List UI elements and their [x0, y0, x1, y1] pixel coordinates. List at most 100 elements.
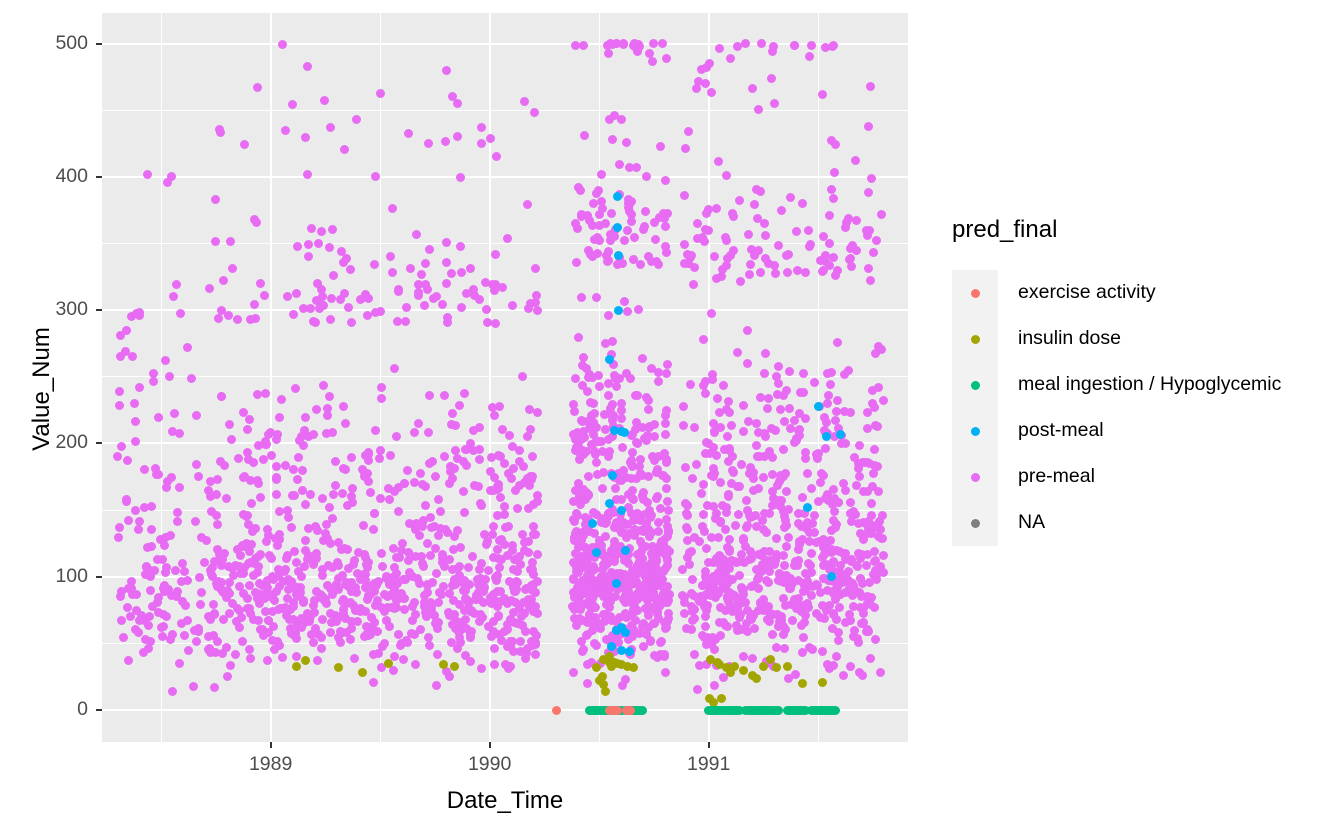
data-point-pre-meal: [700, 621, 710, 631]
data-point-pre-meal: [371, 425, 381, 435]
y-tick-mark: [96, 709, 102, 711]
data-point-pre-meal: [722, 591, 732, 601]
data-point-pre-meal: [205, 492, 215, 502]
data-point-pre-meal: [662, 369, 672, 379]
data-point-pre-meal: [156, 622, 166, 632]
data-point-pre-meal: [239, 139, 249, 149]
data-point-pre-meal: [423, 138, 433, 148]
data-point-pre-meal: [853, 638, 863, 648]
data-point-pre-meal: [614, 160, 624, 170]
data-point-pre-meal: [745, 463, 755, 473]
data-point-pre-meal: [592, 640, 602, 650]
data-point-post-meal: [835, 429, 845, 439]
data-point-pre-meal: [871, 348, 881, 358]
data-point-pre-meal: [846, 661, 856, 671]
data-point-pre-meal: [196, 599, 206, 609]
data-point-pre-meal: [681, 143, 691, 153]
legend-item[interactable]: meal ingestion / Hypoglycemic: [952, 362, 1281, 408]
data-point-pre-meal: [386, 252, 396, 262]
data-point-pre-meal: [432, 568, 442, 578]
data-point-pre-meal: [505, 614, 515, 624]
data-point-insulin-dose: [628, 662, 638, 672]
data-point-pre-meal: [440, 452, 450, 462]
data-point-pre-meal: [119, 633, 129, 643]
data-point-pre-meal: [827, 41, 837, 51]
data-point-pre-meal: [424, 632, 434, 642]
data-point-pre-meal: [282, 291, 292, 301]
data-point-pre-meal: [442, 278, 452, 288]
data-point-pre-meal: [254, 561, 264, 571]
data-point-pre-meal: [660, 176, 670, 186]
data-point-pre-meal: [808, 644, 818, 654]
data-point-pre-meal: [581, 446, 591, 456]
data-point-pre-meal: [569, 406, 579, 416]
data-point-pre-meal: [324, 503, 334, 513]
data-point-pre-meal: [631, 425, 641, 435]
data-point-pre-meal: [114, 533, 124, 543]
data-point-pre-meal: [863, 627, 873, 637]
data-point-pre-meal: [340, 418, 350, 428]
data-point-pre-meal: [363, 293, 373, 303]
data-point-pre-meal: [434, 598, 444, 608]
data-point-pre-meal: [817, 646, 827, 656]
data-point-pre-meal: [184, 646, 194, 656]
data-point-pre-meal: [617, 475, 627, 485]
data-point-pre-meal: [189, 681, 199, 691]
data-point-pre-meal: [783, 249, 793, 259]
data-point-pre-meal: [347, 498, 357, 508]
data-point-pre-meal: [603, 247, 613, 257]
data-point-insulin-dose: [301, 656, 311, 666]
data-point-pre-meal: [630, 233, 640, 243]
legend-item[interactable]: post-meal: [952, 408, 1281, 454]
data-point-pre-meal: [277, 40, 287, 50]
data-point-pre-meal: [179, 630, 189, 640]
data-point-pre-meal: [662, 545, 672, 555]
legend-item[interactable]: NA: [952, 500, 1281, 546]
data-point-pre-meal: [513, 578, 523, 588]
data-point-pre-meal: [807, 41, 817, 51]
legend-item[interactable]: insulin dose: [952, 316, 1281, 362]
data-point-pre-meal: [776, 405, 786, 415]
legend-item[interactable]: exercise activity: [952, 270, 1281, 316]
data-point-pre-meal: [690, 649, 700, 659]
data-point-pre-meal: [825, 210, 835, 220]
data-point-pre-meal: [390, 364, 400, 374]
data-point-pre-meal: [738, 590, 748, 600]
data-point-pre-meal: [592, 470, 602, 480]
data-point-pre-meal: [498, 283, 508, 293]
data-point-pre-meal: [416, 624, 426, 634]
data-point-pre-meal: [121, 346, 131, 356]
data-point-pre-meal: [741, 619, 751, 629]
data-point-post-meal: [616, 645, 626, 655]
data-point-pre-meal: [463, 599, 473, 609]
data-point-pre-meal: [661, 457, 671, 467]
legend-item[interactable]: pre-meal: [952, 454, 1281, 500]
data-point-pre-meal: [764, 601, 774, 611]
data-point-pre-meal: [212, 519, 222, 529]
data-point-pre-meal: [246, 654, 256, 664]
data-point-pre-meal: [114, 523, 124, 533]
data-point-pre-meal: [870, 445, 880, 455]
data-point-pre-meal: [715, 407, 725, 417]
data-point-pre-meal: [187, 374, 197, 384]
data-point-pre-meal: [459, 575, 469, 585]
data-point-pre-meal: [123, 516, 133, 526]
data-point-insulin-dose: [739, 665, 749, 675]
data-point-pre-meal: [495, 492, 505, 502]
data-point-pre-meal: [729, 468, 739, 478]
data-point-insulin-dose: [601, 686, 611, 696]
data-point-pre-meal: [831, 271, 841, 281]
data-point-pre-meal: [402, 638, 412, 648]
data-point-pre-meal: [385, 495, 395, 505]
legend-key-meal-ingestion: [952, 362, 998, 408]
data-point-pre-meal: [364, 476, 373, 486]
data-point-pre-meal: [530, 108, 540, 118]
data-point-pre-meal: [317, 615, 327, 625]
data-point-pre-meal: [734, 571, 744, 580]
data-point-pre-meal: [836, 560, 846, 570]
data-point-pre-meal: [291, 585, 301, 595]
data-point-pre-meal: [866, 592, 876, 602]
data-point-pre-meal: [350, 654, 360, 664]
data-point-pre-meal: [692, 459, 702, 469]
data-point-pre-meal: [829, 507, 839, 517]
